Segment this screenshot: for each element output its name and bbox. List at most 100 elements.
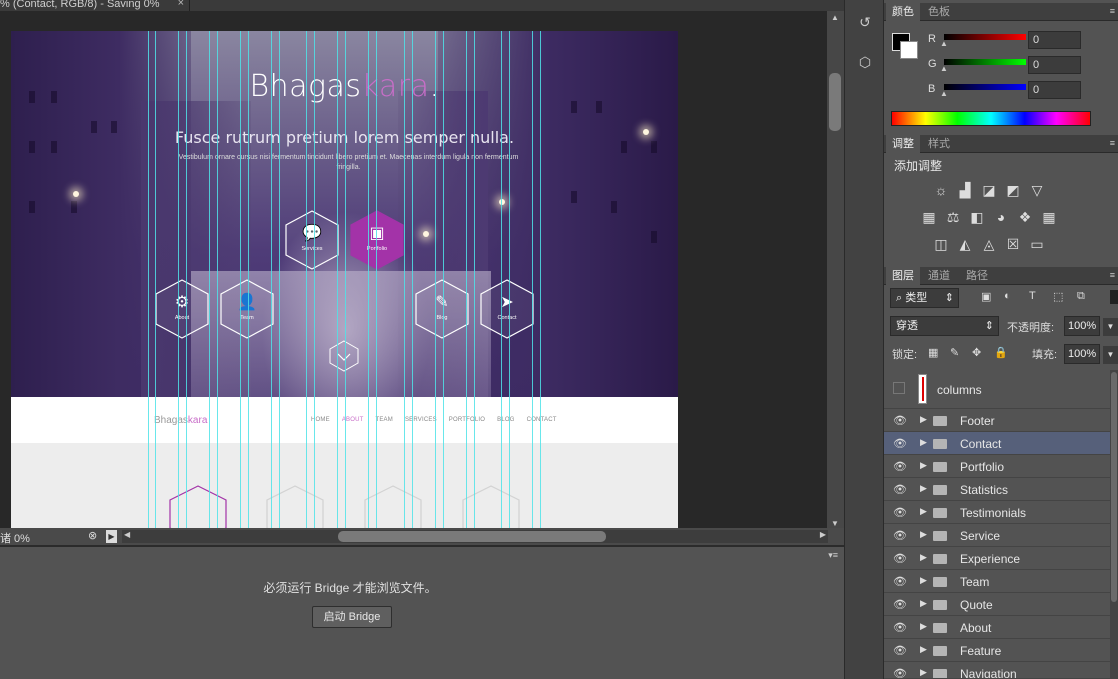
background-color-swatch[interactable]: [900, 41, 918, 59]
expand-arrow-icon[interactable]: ▶: [920, 598, 927, 609]
layer-row-quote[interactable]: 👁 ▶ Quote: [884, 593, 1110, 616]
hex-contact[interactable]: ➤ Contact: [479, 278, 535, 340]
eye-icon[interactable]: 👁: [893, 506, 907, 519]
expand-arrow-icon[interactable]: ▶: [920, 644, 927, 655]
layer-row-service[interactable]: 👁 ▶ Service: [884, 524, 1110, 547]
scroll-up-icon[interactable]: ▲: [831, 13, 839, 22]
hex-team[interactable]: 👤 Team: [219, 278, 275, 340]
eye-icon[interactable]: 👁: [893, 460, 907, 473]
layer-row-statistics[interactable]: 👁 ▶ Statistics: [884, 478, 1110, 501]
expand-arrow-icon[interactable]: ▶: [920, 552, 927, 563]
tab-swatches[interactable]: 色板: [922, 3, 956, 21]
nav-link-team[interactable]: TEAM: [375, 417, 392, 423]
tab-styles[interactable]: 样式: [922, 135, 956, 153]
eye-icon[interactable]: 👁: [893, 437, 907, 450]
slider-handle-icon[interactable]: ▲: [940, 64, 948, 73]
launch-bridge-button[interactable]: 启动 Bridge: [312, 606, 392, 628]
lock-transparent-icon[interactable]: ▦: [928, 346, 938, 359]
visibility-off-box[interactable]: [893, 382, 905, 394]
invert-icon[interactable]: ◫: [932, 235, 950, 253]
canvas-area[interactable]: Bhagaskara. Fusce rutrum pretium lorem s…: [0, 11, 827, 528]
expand-arrow-icon[interactable]: ▶: [920, 621, 927, 632]
exposure-icon[interactable]: ◩: [1004, 181, 1022, 199]
photo-filter-icon[interactable]: ◕: [992, 208, 1010, 226]
panel-menu-icon[interactable]: ≡: [1110, 138, 1115, 148]
eye-icon[interactable]: 👁: [893, 644, 907, 657]
levels-icon[interactable]: ▟: [956, 181, 974, 199]
scroll-right-icon[interactable]: ▶: [820, 530, 826, 539]
filter-toggle[interactable]: [1110, 290, 1118, 304]
blend-mode-select[interactable]: 穿透 ⇕: [890, 316, 999, 336]
channel-b-slider[interactable]: [944, 84, 1026, 90]
hex-services[interactable]: 💬 Services: [284, 209, 340, 271]
panel-menu-icon[interactable]: ≡: [1110, 6, 1115, 16]
channel-mixer-icon[interactable]: ❖: [1016, 208, 1034, 226]
color-lookup-icon[interactable]: ▦: [1040, 208, 1058, 226]
document-tab[interactable]: % (Contact, RGB/8) - Saving 0% ×: [0, 0, 190, 11]
opacity-input[interactable]: 100%: [1064, 316, 1100, 336]
tab-paths[interactable]: 路径: [960, 267, 994, 285]
color-spectrum-bar[interactable]: [891, 111, 1091, 126]
panel-menu-icon[interactable]: ≡: [1110, 270, 1115, 280]
filter-smart-icon[interactable]: ⧉: [1077, 290, 1085, 303]
lock-paint-icon[interactable]: ✎: [950, 346, 959, 359]
layer-row-columns[interactable]: columns: [884, 370, 1110, 409]
close-circle-icon[interactable]: ⊗: [88, 529, 97, 542]
expand-arrow-icon[interactable]: ▶: [920, 460, 927, 471]
slider-handle-icon[interactable]: ▲: [940, 89, 948, 98]
eye-icon[interactable]: 👁: [893, 667, 907, 678]
expand-arrow-icon[interactable]: ▶: [920, 483, 927, 494]
panel-menu-icon[interactable]: ▾≡: [828, 550, 838, 561]
vibrance-icon[interactable]: ▽: [1028, 181, 1046, 199]
channel-g-slider[interactable]: [944, 59, 1026, 65]
expand-arrow-icon[interactable]: ▶: [920, 529, 927, 540]
filter-adjustment-icon[interactable]: ◐: [1004, 290, 1011, 302]
layer-row-experience[interactable]: 👁 ▶ Experience: [884, 547, 1110, 570]
hex-portfolio[interactable]: ▣ Portfolio: [349, 209, 405, 271]
layer-row-contact[interactable]: 👁 ▶ Contact: [884, 432, 1110, 455]
scroll-down-button[interactable]: [329, 340, 359, 372]
filter-type-icon[interactable]: T: [1029, 290, 1036, 302]
layer-row-footer[interactable]: 👁 ▶ Footer: [884, 409, 1110, 432]
tab-layers[interactable]: 图层: [886, 267, 920, 285]
layer-row-feature[interactable]: 👁 ▶ Feature: [884, 639, 1110, 662]
nav-link-services[interactable]: SERVICES: [405, 417, 437, 423]
horizontal-scrollbar[interactable]: ◀ ▶: [122, 530, 828, 543]
threshold-icon[interactable]: ◬: [980, 235, 998, 253]
layer-row-navigation[interactable]: 👁 ▶ Navigation: [884, 662, 1110, 679]
hex-about[interactable]: ⚙ About: [154, 278, 210, 340]
3d-cube-icon[interactable]: ⬡: [855, 54, 875, 74]
curves-icon[interactable]: ◪: [980, 181, 998, 199]
posterize-icon[interactable]: ◭: [956, 235, 974, 253]
hue-saturation-icon[interactable]: ▦: [920, 208, 938, 226]
layer-row-about[interactable]: 👁 ▶ About: [884, 616, 1110, 639]
selective-color-icon[interactable]: ☒: [1004, 235, 1022, 253]
close-tab-icon[interactable]: ×: [178, 0, 184, 9]
filter-shape-icon[interactable]: ⬚: [1053, 290, 1063, 303]
filter-pixel-icon[interactable]: ▣: [981, 290, 991, 303]
eye-icon[interactable]: 👁: [893, 483, 907, 496]
expand-arrow-icon[interactable]: ▶: [920, 414, 927, 425]
scroll-left-icon[interactable]: ◀: [124, 530, 130, 539]
layer-row-team[interactable]: 👁 ▶ Team: [884, 570, 1110, 593]
tab-channels[interactable]: 通道: [922, 267, 956, 285]
history-icon[interactable]: ↺: [855, 14, 875, 34]
black-white-icon[interactable]: ◧: [968, 208, 986, 226]
vertical-scrollbar[interactable]: ▲ ▼: [827, 11, 844, 528]
vertical-scroll-thumb[interactable]: [829, 73, 841, 131]
lock-all-icon[interactable]: 🔒: [994, 346, 1008, 359]
expand-arrow-icon[interactable]: ▶: [920, 575, 927, 586]
expand-arrow-icon[interactable]: ▶: [920, 667, 927, 678]
eye-icon[interactable]: 👁: [893, 529, 907, 542]
expand-arrow-icon[interactable]: ▶: [920, 437, 927, 448]
expand-arrow-icon[interactable]: ▶: [920, 506, 927, 517]
eye-icon[interactable]: 👁: [893, 552, 907, 565]
document-canvas[interactable]: Bhagaskara. Fusce rutrum pretium lorem s…: [11, 31, 678, 528]
opacity-dropdown-icon[interactable]: ▼: [1103, 318, 1118, 336]
channel-r-slider[interactable]: [944, 34, 1026, 40]
tab-color[interactable]: 颜色: [886, 3, 920, 21]
layers-scrollbar[interactable]: [1110, 370, 1118, 679]
channel-g-value[interactable]: 0: [1028, 56, 1081, 74]
slider-handle-icon[interactable]: ▲: [940, 39, 948, 48]
zoom-level[interactable]: 诸 0%: [0, 530, 30, 546]
